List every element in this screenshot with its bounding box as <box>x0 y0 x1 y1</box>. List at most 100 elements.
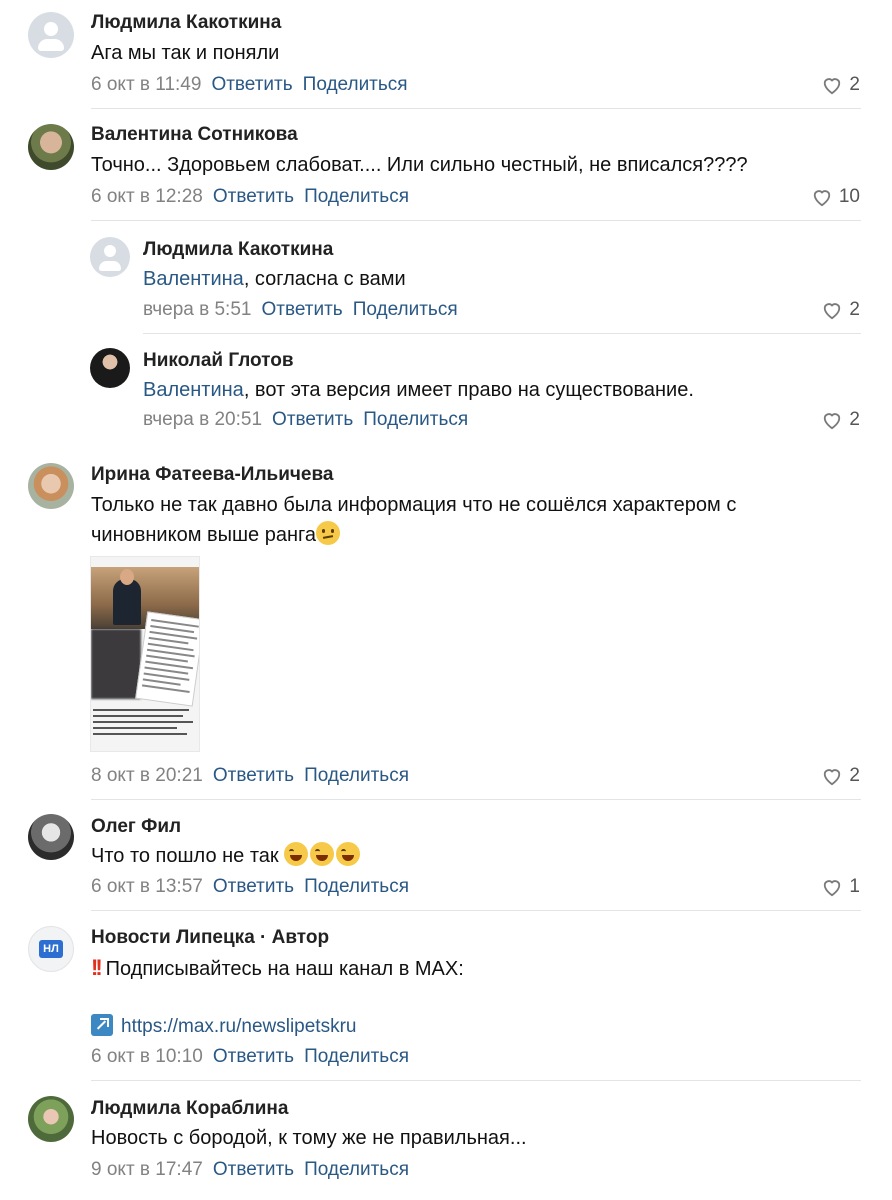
avatar[interactable] <box>28 463 74 509</box>
divider <box>143 333 861 334</box>
comment-body: чиновником выше ранга <box>91 524 316 546</box>
comment-time[interactable]: 6 окт в 13:57 <box>91 876 203 897</box>
like-count: 1 <box>849 876 860 897</box>
comment-author[interactable]: Новости Липецка · Автор <box>91 927 329 949</box>
share-button[interactable]: Поделиться <box>304 1046 409 1067</box>
heart-icon <box>824 78 841 95</box>
heart-icon <box>824 880 841 897</box>
photo-caption <box>93 705 197 751</box>
double-exclamation-icon: !! <box>91 955 103 980</box>
tears-of-joy-icon <box>284 842 309 866</box>
divider <box>91 1080 861 1081</box>
like-button[interactable]: 2 <box>821 765 860 787</box>
comment-time[interactable]: вчера в 20:51 <box>143 409 262 430</box>
heart-icon <box>824 413 841 430</box>
comment-text: !! Подписывайтесь на наш канал в MAX: <box>91 953 464 984</box>
avatar[interactable] <box>90 237 130 277</box>
avatar[interactable] <box>28 1096 74 1142</box>
comment-body: , согласна с вами <box>243 268 406 290</box>
reply-button[interactable]: Ответить <box>261 299 342 320</box>
heart-icon <box>813 190 831 207</box>
comment-meta: 9 окт в 17:47 Ответить Поделиться <box>91 1159 409 1181</box>
divider <box>91 799 861 800</box>
like-count: 2 <box>849 409 860 430</box>
comment-meta: вчера в 5:51 Ответить Поделиться <box>143 299 458 321</box>
comments-feed: Людмила Какоткина Ага мы так и поняли 6 … <box>0 0 892 1200</box>
share-button[interactable]: Поделиться <box>304 186 409 207</box>
like-button[interactable]: 10 <box>811 186 860 208</box>
heart-icon <box>824 769 841 786</box>
like-count: 2 <box>849 299 860 320</box>
comment-author[interactable]: Николай Глотов <box>143 350 294 372</box>
reply-button[interactable]: Ответить <box>213 186 294 207</box>
comment-time[interactable]: вчера в 5:51 <box>143 299 251 320</box>
like-button[interactable]: 2 <box>821 299 860 321</box>
comment-time[interactable]: 6 окт в 11:49 <box>91 74 201 95</box>
arrow-up-right-icon <box>91 1014 113 1036</box>
comment-body: Что то пошло не так <box>91 845 285 867</box>
comment-body: , вот эта версия имеет право на существо… <box>243 379 694 401</box>
reply-button[interactable]: Ответить <box>213 876 294 897</box>
comment-meta: 6 окт в 10:10 Ответить Поделиться <box>91 1046 409 1068</box>
reply-button[interactable]: Ответить <box>213 1046 294 1067</box>
thinking-face-icon <box>316 521 340 545</box>
comment-time[interactable]: 6 окт в 10:10 <box>91 1046 203 1067</box>
divider <box>91 220 861 221</box>
share-button[interactable]: Поделиться <box>304 1159 409 1180</box>
comment-text: чиновником выше ранга <box>91 520 342 550</box>
comment-author[interactable]: Людмила Кораблина <box>91 1098 288 1120</box>
photo-head <box>120 569 134 585</box>
share-button[interactable]: Поделиться <box>304 765 409 786</box>
link-url[interactable]: https://max.ru/newslipetskru <box>121 1016 356 1037</box>
tears-of-joy-icon <box>310 842 335 866</box>
external-link[interactable]: https://max.ru/newslipetskru <box>91 1014 356 1038</box>
photo-blur <box>91 629 141 699</box>
attached-image[interactable] <box>90 556 200 752</box>
comment-time[interactable]: 8 окт в 20:21 <box>91 765 203 786</box>
avatar[interactable] <box>28 814 74 860</box>
like-button[interactable]: 1 <box>821 876 860 898</box>
comment-text: Точно... Здоровьем слабоват.... Или силь… <box>91 154 748 176</box>
share-button[interactable]: Поделиться <box>363 409 468 430</box>
like-button[interactable]: 2 <box>821 74 860 96</box>
comment-meta: 6 окт в 12:28 Ответить Поделиться <box>91 186 409 208</box>
comment-text: Валентина, вот эта версия имеет право на… <box>143 375 694 405</box>
photo-person <box>113 579 141 625</box>
comment-author[interactable]: Ирина Фатеева-Ильичева <box>91 464 334 486</box>
share-button[interactable]: Поделиться <box>304 876 409 897</box>
mention-link[interactable]: Валентина <box>143 379 244 401</box>
mention-link[interactable]: Валентина <box>143 268 244 290</box>
divider <box>91 108 861 109</box>
like-count: 2 <box>849 74 860 95</box>
comment-text: Что то пошло не так <box>91 841 362 871</box>
comment-meta: 8 окт в 20:21 Ответить Поделиться <box>91 765 409 787</box>
comment-time[interactable]: 9 окт в 17:47 <box>91 1159 203 1180</box>
share-button[interactable]: Поделиться <box>303 74 408 95</box>
like-button[interactable]: 2 <box>821 409 860 431</box>
reply-button[interactable]: Ответить <box>272 409 353 430</box>
comment-author[interactable]: Валентина Сотникова <box>91 124 298 146</box>
comment-text: Валентина, согласна с вами <box>143 264 406 294</box>
reply-comment: Людмила Какоткина Валентина, согласна с … <box>0 0 892 334</box>
divider <box>91 910 861 911</box>
comment-text: Новость с бородой, к тому же не правильн… <box>91 1127 527 1149</box>
like-count: 2 <box>849 765 860 786</box>
comment-author[interactable]: Людмила Какоткина <box>143 239 333 261</box>
avatar[interactable] <box>28 124 74 170</box>
photo-document <box>135 611 199 707</box>
tears-of-joy-icon <box>336 842 361 866</box>
comment-author[interactable]: Олег Фил <box>91 816 181 838</box>
comment-text: Ага мы так и поняли <box>91 42 280 64</box>
comment-meta: 6 окт в 11:49 Ответить Поделиться <box>91 74 408 96</box>
avatar[interactable]: НЛ <box>28 926 74 972</box>
comment-time[interactable]: 6 окт в 12:28 <box>91 186 203 207</box>
comment-body: Подписывайтесь на наш канал в MAX: <box>105 958 464 980</box>
reply-button[interactable]: Ответить <box>213 765 294 786</box>
reply-button[interactable]: Ответить <box>213 1159 294 1180</box>
reply-button[interactable]: Ответить <box>211 74 292 95</box>
brand-logo: НЛ <box>39 940 63 958</box>
share-button[interactable]: Поделиться <box>353 299 458 320</box>
comment-meta: 6 окт в 13:57 Ответить Поделиться <box>91 876 409 898</box>
comment-meta: вчера в 20:51 Ответить Поделиться <box>143 409 468 431</box>
avatar[interactable] <box>90 348 130 388</box>
